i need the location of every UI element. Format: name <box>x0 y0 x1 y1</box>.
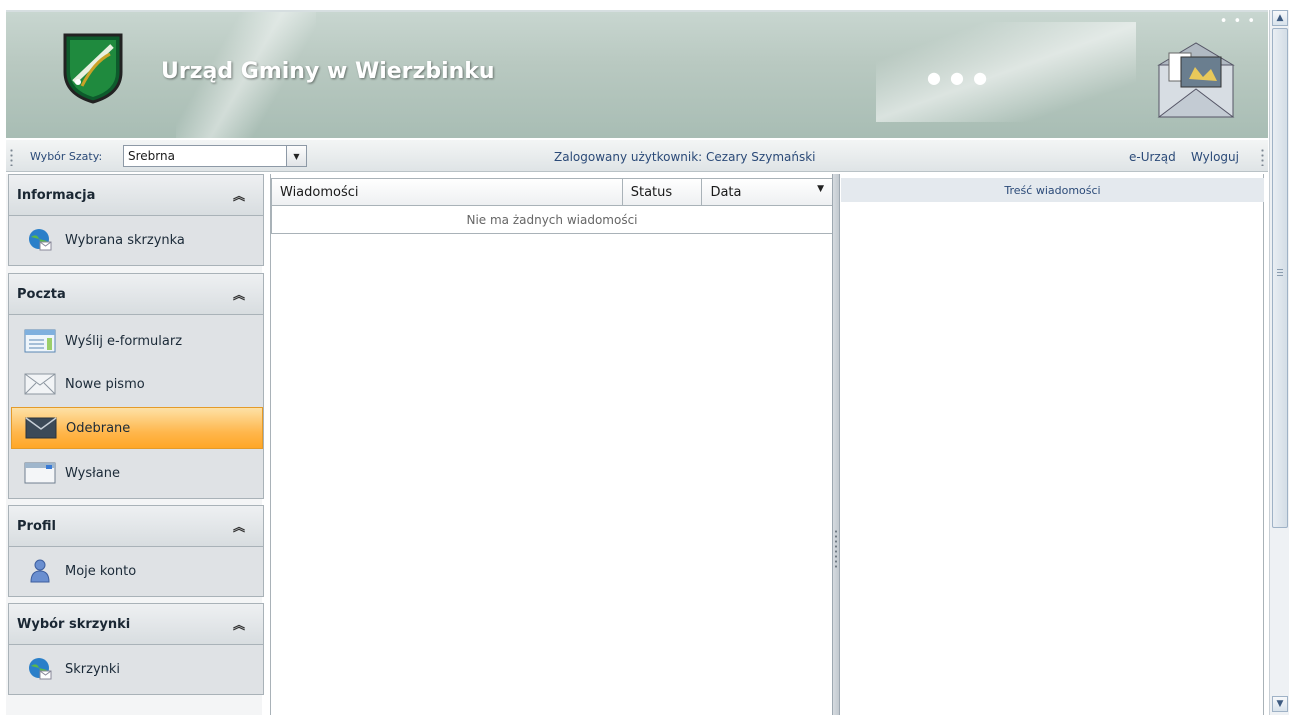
top-toolbar: Wybór Szaty: Srebrna ▼ Zalogowany użytko… <box>6 140 1268 172</box>
skin-label: Wybór Szaty: <box>30 150 103 163</box>
group-title: Poczta <box>17 286 66 302</box>
empty-list-message: Nie ma żadnych wiadomości <box>271 206 833 234</box>
nav-item-odebrane[interactable]: Odebrane <box>11 407 263 449</box>
column-header-wiadomosci[interactable]: Wiadomości <box>272 179 623 205</box>
sort-descending-icon[interactable]: ▼ <box>817 184 824 194</box>
globe-mail-icon <box>23 655 57 683</box>
sidebar: Informacja ︽ Wybrana skrzynka Poczta ︽ W… <box>6 174 264 715</box>
group-header-poczta[interactable]: Poczta ︽ <box>8 273 264 315</box>
nav-item-skrzynki[interactable]: Skrzynki <box>11 648 263 690</box>
group-title: Informacja <box>17 187 96 203</box>
header-banner: Urząd Gminy w Wierzbinku ● ● ● • • • <box>6 10 1268 138</box>
collapse-chevron-icon[interactable]: ︽ <box>233 187 245 204</box>
nav-item-label: Odebrane <box>66 420 131 436</box>
site-title: Urząd Gminy w Wierzbinku <box>161 59 495 84</box>
banner-dots-decoration: • • • <box>1219 14 1256 29</box>
logout-link[interactable]: Wyloguj <box>1191 150 1239 164</box>
column-label: Status <box>630 184 673 200</box>
toolbar-grip[interactable] <box>1261 148 1264 166</box>
nav-item-nowe-pismo[interactable]: Nowe pismo <box>11 363 263 405</box>
app-window: Urząd Gminy w Wierzbinku ● ● ● • • • Wyb… <box>0 0 1289 715</box>
envelope-icon <box>23 370 57 398</box>
group-body: Skrzynki <box>8 645 264 695</box>
column-header-status[interactable]: Status <box>623 179 703 205</box>
panel-splitter[interactable] <box>832 174 840 715</box>
splitter-grip[interactable] <box>834 529 838 569</box>
banner-decoration <box>876 22 1136 122</box>
vertical-scrollbar[interactable]: ▲ ▼ <box>1269 10 1289 715</box>
nav-item-wybrana-skrzynka[interactable]: Wybrana skrzynka <box>11 219 263 261</box>
message-content-panel: Treść wiadomości <box>841 174 1264 715</box>
column-label: Wiadomości <box>280 184 359 200</box>
eurzad-link[interactable]: e-Urząd <box>1129 150 1176 164</box>
user-icon <box>23 557 57 585</box>
nav-item-label: Moje konto <box>65 563 137 579</box>
column-label: Data <box>710 184 742 200</box>
nav-item-label: Nowe pismo <box>65 376 145 392</box>
group-body: Moje konto <box>8 547 264 597</box>
nav-item-label: Wyślij e-formularz <box>65 333 183 349</box>
form-icon <box>23 327 57 355</box>
inbox-envelope-icon <box>24 414 58 442</box>
group-body: Wyślij e-formularz Nowe pismo Odebrane W… <box>8 315 264 499</box>
group-body: Wybrana skrzynka <box>8 216 264 266</box>
chevron-down-icon[interactable]: ▼ <box>286 145 307 167</box>
nav-item-wyslane[interactable]: Wysłane <box>11 452 263 494</box>
scrollbar-thumb[interactable] <box>1272 28 1288 528</box>
mail-envelope-graphic-icon <box>1157 42 1235 118</box>
collapse-chevron-icon[interactable]: ︽ <box>233 616 245 633</box>
skin-select-value[interactable]: Srebrna <box>124 149 306 163</box>
logged-user-label: Zalogowany użytkownik: Cezary Szymański <box>554 150 816 164</box>
coat-of-arms-icon <box>63 33 123 104</box>
messages-panel: Wiadomości Status Data ▼ Nie ma żadnych … <box>270 174 833 715</box>
toolbar-grip[interactable] <box>10 148 13 166</box>
skin-select[interactable]: Srebrna <box>123 145 307 167</box>
group-header-informacja[interactable]: Informacja ︽ <box>8 174 264 216</box>
scroll-up-arrow-icon[interactable]: ▲ <box>1272 10 1288 26</box>
group-title: Profil <box>17 518 56 534</box>
collapse-chevron-icon[interactable]: ︽ <box>233 286 245 303</box>
group-title: Wybór skrzynki <box>17 616 131 632</box>
sent-card-icon <box>23 459 57 487</box>
nav-item-moje-konto[interactable]: Moje konto <box>11 550 263 592</box>
messages-table-header: Wiadomości Status Data ▼ <box>271 178 833 206</box>
column-header-data[interactable]: Data ▼ <box>702 179 832 205</box>
nav-item-label: Skrzynki <box>65 661 121 677</box>
collapse-chevron-icon[interactable]: ︽ <box>233 518 245 535</box>
globe-mail-icon <box>23 226 57 254</box>
nav-item-wyslij-e-formularz[interactable]: Wyślij e-formularz <box>11 320 263 362</box>
nav-item-label: Wybrana skrzynka <box>65 232 185 248</box>
scroll-down-arrow-icon[interactable]: ▼ <box>1272 696 1288 712</box>
group-header-profil[interactable]: Profil ︽ <box>8 505 264 547</box>
group-header-wybor-skrzynki[interactable]: Wybór skrzynki ︽ <box>8 603 264 645</box>
scrollbar-thumb-grip <box>1277 269 1283 277</box>
nav-item-label: Wysłane <box>65 465 120 481</box>
content-header: Treść wiadomości <box>841 178 1264 202</box>
banner-dots-decoration: ● ● ● <box>927 68 990 87</box>
